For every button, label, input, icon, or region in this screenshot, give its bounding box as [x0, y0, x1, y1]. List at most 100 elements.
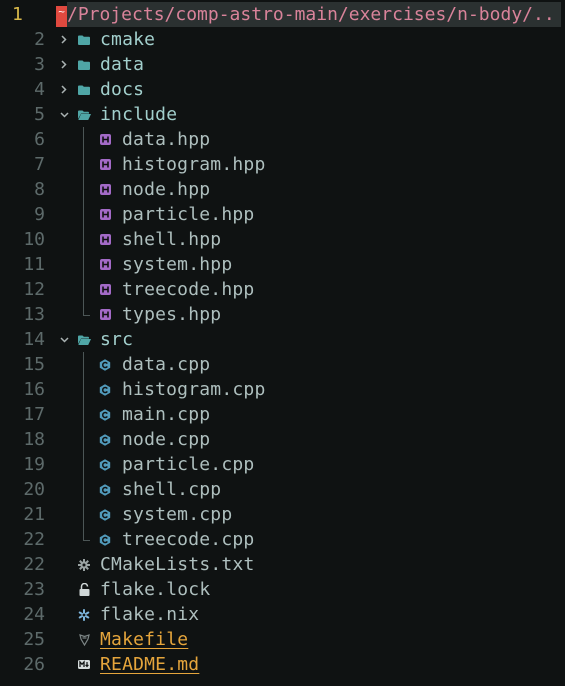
- line-number: 19: [23, 454, 45, 475]
- hpp-file-icon: [97, 302, 113, 327]
- chevron-right-icon[interactable]: [58, 27, 70, 52]
- tree-file-row[interactable]: 10 shell.hpp: [0, 227, 565, 252]
- folder-name: docs: [100, 79, 145, 100]
- line-number: 8: [34, 179, 45, 200]
- folder-icon: [76, 52, 92, 77]
- line-number: 21: [23, 504, 45, 525]
- file-name: shell.hpp: [122, 229, 222, 250]
- nix-snowflake-icon: [76, 602, 92, 627]
- indent-guide: [83, 402, 84, 427]
- line-number: 18: [23, 429, 45, 450]
- tree-file-row[interactable]: 18 node.cpp: [0, 427, 565, 452]
- tree-file-row[interactable]: 6 data.hpp: [0, 127, 565, 152]
- file-name: Makefile: [100, 629, 189, 650]
- indent-guide-end: [83, 315, 90, 316]
- indent-guide: [83, 352, 84, 377]
- line-number: 22: [23, 554, 45, 575]
- tree-file-row[interactable]: 19 particle.cpp: [0, 452, 565, 477]
- line-number: 2: [34, 29, 45, 50]
- indent-guide: [83, 527, 84, 541]
- line-number: 20: [23, 479, 45, 500]
- file-name: data.hpp: [122, 129, 211, 150]
- tree-folder-row[interactable]: 5 include: [0, 102, 565, 127]
- tree-file-row[interactable]: 22 CMakeLists.txt: [0, 552, 565, 577]
- indent-guide: [83, 252, 84, 277]
- line-number: 16: [23, 379, 45, 400]
- cpp-file-icon: [97, 427, 113, 452]
- indent-guide: [83, 477, 84, 502]
- tree-file-row[interactable]: 7 histogram.hpp: [0, 152, 565, 177]
- cpp-file-icon: [97, 402, 113, 427]
- hpp-file-icon: [97, 152, 113, 177]
- folder-open-icon: [76, 102, 92, 127]
- tree-file-row[interactable]: 24 flake.nix: [0, 602, 565, 627]
- tree-folder-row[interactable]: 4 docs: [0, 77, 565, 102]
- file-name: README.md: [100, 654, 200, 675]
- tree-file-row[interactable]: 15 data.cpp: [0, 352, 565, 377]
- chevron-down-icon[interactable]: [58, 327, 70, 352]
- hpp-file-icon: [97, 202, 113, 227]
- line-number: 23: [23, 579, 45, 600]
- chevron-down-icon[interactable]: [58, 102, 70, 127]
- root-path[interactable]: /Projects/comp-astro-main/exercises/n-bo…: [67, 2, 561, 27]
- tree-file-row[interactable]: 11 system.hpp: [0, 252, 565, 277]
- tree-file-row[interactable]: 23 flake.lock: [0, 577, 565, 602]
- indent-guide: [83, 452, 84, 477]
- cpp-file-icon: [97, 352, 113, 377]
- folder-icon: [76, 77, 92, 102]
- file-name: system.cpp: [122, 504, 233, 525]
- folder-open-icon: [76, 327, 92, 352]
- cpp-file-icon: [97, 477, 113, 502]
- file-name: flake.lock: [100, 579, 211, 600]
- tree-folder-row[interactable]: 2 cmake: [0, 27, 565, 52]
- line-number: 11: [23, 254, 45, 275]
- indent-guide: [83, 502, 84, 527]
- cpp-file-icon: [97, 502, 113, 527]
- hpp-file-icon: [97, 277, 113, 302]
- tree-file-row[interactable]: 12 treecode.hpp: [0, 277, 565, 302]
- tree-folder-row[interactable]: 3 data: [0, 52, 565, 77]
- file-name: node.cpp: [122, 429, 211, 450]
- tree-file-row[interactable]: 26 README.md: [0, 652, 565, 677]
- tree-file-row[interactable]: 17 main.cpp: [0, 402, 565, 427]
- tree-file-row[interactable]: 8 node.hpp: [0, 177, 565, 202]
- indent-guide-end: [83, 540, 90, 541]
- line-number: 15: [23, 354, 45, 375]
- chevron-right-icon[interactable]: [58, 52, 70, 77]
- cpp-file-icon: [97, 527, 113, 552]
- line-number: 12: [23, 279, 45, 300]
- line-number: 26: [23, 654, 45, 675]
- line-number: 3: [34, 54, 45, 75]
- makefile-icon: [76, 627, 92, 652]
- folder-name: include: [100, 104, 178, 125]
- cpp-file-icon: [97, 377, 113, 402]
- markdown-icon: [76, 652, 92, 677]
- explorer-header: 1 ~ /Projects/comp-astro-main/exercises/…: [0, 2, 565, 27]
- hpp-file-icon: [97, 227, 113, 252]
- chevron-right-icon[interactable]: [58, 77, 70, 102]
- hpp-file-icon: [97, 127, 113, 152]
- file-name: types.hpp: [122, 304, 222, 325]
- file-name: shell.cpp: [122, 479, 222, 500]
- file-name: data.cpp: [122, 354, 211, 375]
- tree-file-row[interactable]: 25 Makefile: [0, 627, 565, 652]
- tree-file-row[interactable]: 20 shell.cpp: [0, 477, 565, 502]
- line-number: 4: [34, 79, 45, 100]
- tree-folder-row[interactable]: 14 src: [0, 327, 565, 352]
- tree-file-row[interactable]: 22 treecode.cpp: [0, 527, 565, 552]
- line-number: 22: [23, 529, 45, 550]
- line-number: 25: [23, 629, 45, 650]
- indent-guide: [83, 127, 84, 152]
- file-name: CMakeLists.txt: [100, 554, 255, 575]
- indent-guide: [83, 427, 84, 452]
- tree-file-row[interactable]: 9 particle.hpp: [0, 202, 565, 227]
- tree-file-row[interactable]: 13 types.hpp: [0, 302, 565, 327]
- tree-file-row[interactable]: 16 histogram.cpp: [0, 377, 565, 402]
- file-name: histogram.cpp: [122, 379, 266, 400]
- gear-icon: [76, 552, 92, 577]
- tree-file-row[interactable]: 21 system.cpp: [0, 502, 565, 527]
- file-name: system.hpp: [122, 254, 233, 275]
- indent-guide: [83, 377, 84, 402]
- line-number: 6: [34, 129, 45, 150]
- line-number: 17: [23, 404, 45, 425]
